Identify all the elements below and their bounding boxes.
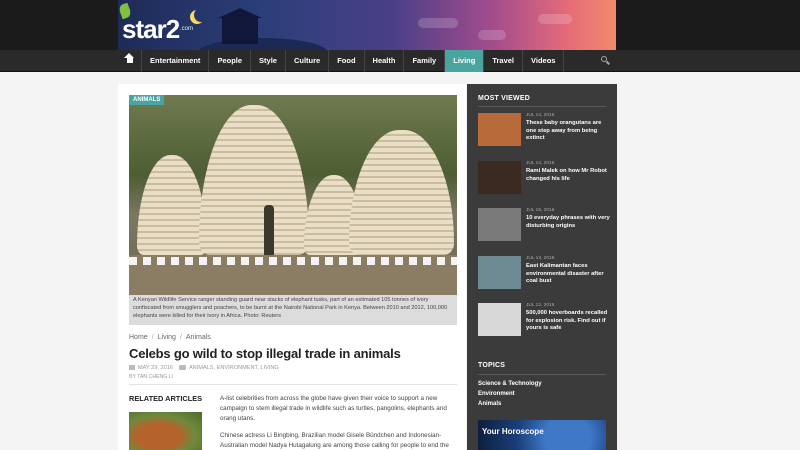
article-categories-wrap: ANIMALS, ENVIRONMENT, LIVING	[178, 365, 279, 371]
ivory-stack	[137, 155, 207, 255]
most-viewed-heading: MOST VIEWED	[478, 95, 530, 102]
most-viewed-thumbnail[interactable]	[478, 113, 521, 146]
main-nav: Entertainment People Style Culture Food …	[0, 50, 800, 72]
breadcrumb-home[interactable]: Home	[129, 334, 148, 341]
divider	[478, 374, 606, 375]
ranger-figure	[264, 205, 274, 255]
most-viewed-item[interactable]: JUL 14, 2016 Rami Malek on how Mr Robot …	[478, 161, 608, 195]
topic-link-environment[interactable]: Environment	[478, 391, 515, 397]
cloud-decoration	[418, 18, 458, 28]
most-viewed-thumbnail[interactable]	[478, 161, 521, 194]
article-body: A-list celebrities from across the globe…	[220, 394, 460, 450]
most-viewed-thumbnail[interactable]	[478, 256, 521, 289]
breadcrumb-separator: /	[151, 334, 154, 341]
breadcrumb-separator: /	[179, 334, 182, 341]
site-logo[interactable]: star2	[122, 14, 180, 45]
article-date: MAY 29, 2016	[138, 365, 173, 371]
image-caption: A Kenyan Wildlife Service ranger standin…	[129, 295, 457, 325]
most-viewed-date: JUL 12, 2016	[526, 303, 555, 308]
article-date-wrap: MAY 29, 2016	[129, 365, 173, 371]
nav-item-health[interactable]: Health	[365, 50, 405, 72]
nav-item-food[interactable]: Food	[329, 50, 365, 72]
horoscope-ad-banner[interactable]: Your Horoscope	[478, 420, 606, 450]
most-viewed-thumbnail[interactable]	[478, 208, 521, 241]
cloud-decoration	[478, 30, 506, 40]
most-viewed-title[interactable]: 500,000 hoverboards recalled for explosi…	[526, 310, 611, 333]
divider	[478, 106, 606, 107]
ivory-stack	[349, 130, 454, 255]
search-icon[interactable]	[601, 56, 610, 65]
topics-heading: TOPICS	[478, 362, 506, 369]
home-icon	[124, 53, 134, 65]
most-viewed-item[interactable]: JUL 12, 2016 500,000 hoverboards recalle…	[478, 303, 608, 337]
nav-home[interactable]	[118, 50, 142, 72]
article-paragraph: Chinese actress Li Bingbing, Brazilian m…	[220, 432, 449, 449]
nav-item-culture[interactable]: Culture	[286, 50, 330, 72]
category-tag[interactable]: ANIMALS	[129, 95, 165, 105]
folder-icon	[178, 365, 186, 371]
ad-text: Your Horoscope	[482, 427, 544, 436]
most-viewed-title[interactable]: East Kalimantan faces environmental disa…	[526, 263, 611, 286]
topic-link-animals[interactable]: Animals	[478, 401, 501, 407]
nav-item-travel[interactable]: Travel	[484, 50, 524, 72]
article-categories[interactable]: ANIMALS, ENVIRONMENT, LIVING	[189, 365, 279, 371]
nav-item-entertainment[interactable]: Entertainment	[142, 50, 210, 72]
hill-decoration	[198, 38, 328, 50]
related-articles-heading: RELATED ARTICLES	[129, 394, 203, 403]
topic-link-science-technology[interactable]: Science & Technology	[478, 381, 542, 387]
nav-item-videos[interactable]: Videos	[523, 50, 565, 72]
most-viewed-item[interactable]: JUL 13, 2016 East Kalimantan faces envir…	[478, 256, 608, 290]
article-byline[interactable]: BY TAN CHENG LI	[129, 374, 173, 380]
most-viewed-date: JUL 14, 2016	[526, 113, 555, 118]
sidebar: MOST VIEWED JUL 14, 2016 These baby oran…	[467, 84, 617, 450]
house-decoration	[218, 8, 262, 44]
related-article-thumbnail[interactable]	[129, 412, 202, 450]
divider	[129, 384, 457, 385]
most-viewed-date: JUL 13, 2016	[526, 256, 555, 261]
nav-item-style[interactable]: Style	[251, 50, 286, 72]
ivory-stack	[199, 105, 309, 255]
nav-item-living[interactable]: Living	[445, 50, 485, 72]
most-viewed-item[interactable]: JUL 14, 2016 These baby orangutans are o…	[478, 113, 608, 147]
most-viewed-title[interactable]: These baby orangutans are one step away …	[526, 120, 611, 143]
site-banner: star2 .com	[0, 0, 800, 50]
hero-image: ANIMALS	[129, 95, 457, 295]
site-logo-suffix: .com	[180, 26, 194, 32]
article-meta: MAY 29, 2016 ANIMALS, ENVIRONMENT, LIVIN…	[129, 365, 279, 371]
most-viewed-date: JUL 14, 2016	[526, 161, 555, 166]
cloud-decoration	[538, 14, 572, 24]
most-viewed-date: JUL 15, 2016	[526, 208, 555, 213]
most-viewed-title[interactable]: Rami Malek on how Mr Robot changed his l…	[526, 168, 611, 183]
breadcrumb-living[interactable]: Living	[158, 334, 176, 341]
bunting-flags	[129, 257, 457, 265]
breadcrumb-animals[interactable]: Animals	[186, 334, 211, 341]
most-viewed-title[interactable]: 10 everyday phrases with very disturbing…	[526, 215, 611, 230]
moon-icon	[194, 8, 208, 22]
nav-item-people[interactable]: People	[209, 50, 252, 72]
most-viewed-thumbnail[interactable]	[478, 303, 521, 336]
nav-item-family[interactable]: Family	[404, 50, 446, 72]
calendar-icon	[129, 365, 135, 371]
article-container: ANIMALS A Kenyan Wildlife Service ranger…	[118, 84, 466, 450]
article-title: Celebs go wild to stop illegal trade in …	[129, 346, 401, 361]
breadcrumb: Home / Living / Animals	[129, 334, 211, 341]
banner-artwork[interactable]: star2 .com	[118, 0, 616, 50]
article-paragraph: A-list celebrities from across the globe…	[220, 395, 447, 422]
most-viewed-item[interactable]: JUL 15, 2016 10 everyday phrases with ve…	[478, 208, 611, 242]
